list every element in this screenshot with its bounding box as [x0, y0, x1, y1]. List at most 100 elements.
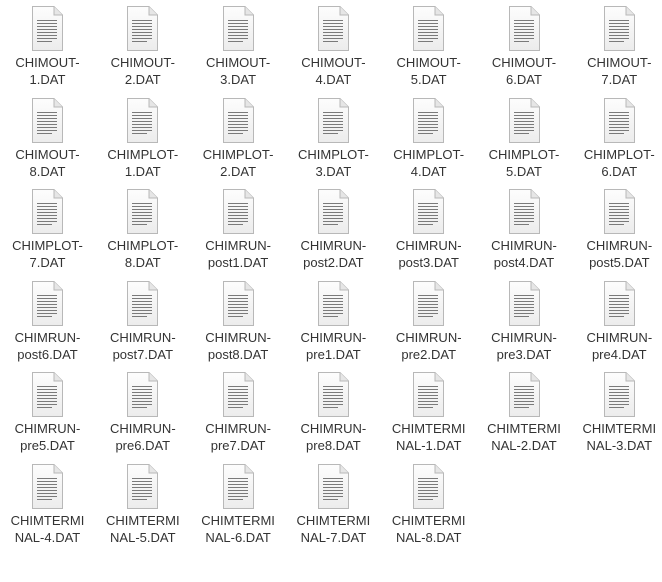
- text-document-icon: [219, 97, 257, 144]
- file-name-line-1: CHIMOUT-: [491, 55, 557, 70]
- file-name-label: CHIMRUN- pre8.DAT: [286, 420, 381, 454]
- file-item[interactable]: CHIMRUN- pre3.DAT: [477, 275, 572, 367]
- file-item[interactable]: CHIMRUN- post1.DAT: [191, 183, 286, 275]
- file-name-label: CHIMTERMI NAL-1.DAT: [381, 420, 476, 454]
- file-item[interactable]: CHIMRUN- post8.DAT: [191, 275, 286, 367]
- text-document-icon: [123, 189, 161, 235]
- file-name-label: CHIMRUN- post8.DAT: [191, 329, 286, 363]
- file-name-line-2: 1.DAT: [29, 72, 66, 87]
- file-item[interactable]: CHIMRUN- post4.DAT: [477, 183, 572, 275]
- file-name-label: CHIMTERMI NAL-8.DAT: [381, 512, 476, 546]
- file-name-line-1: CHIMTERMI: [201, 513, 275, 528]
- file-name-line-2: 8.DAT: [124, 255, 161, 271]
- file-name-line-2: NAL-3.DAT: [586, 438, 653, 454]
- file-name-line-1: CHIMTERMI: [487, 421, 561, 437]
- file-name-line-1: CHIMOUT-: [15, 55, 80, 70]
- file-item[interactable]: CHIMTERMI NAL-6.DAT: [191, 458, 286, 550]
- file-item[interactable]: CHIMRUN- pre7.DAT: [191, 366, 286, 458]
- file-name-label: CHIMTERMI NAL-6.DAT: [191, 512, 286, 546]
- file-item[interactable]: CHIMTERMI NAL-3.DAT: [572, 366, 662, 458]
- file-name-line-1: CHIMRUN-: [300, 329, 367, 345]
- text-document-icon: [314, 97, 352, 144]
- file-item[interactable]: CHIMPLOT- 5.DAT: [477, 92, 572, 184]
- file-item[interactable]: CHIMTERMI NAL-7.DAT: [286, 458, 381, 550]
- file-name-line-2: pre4.DAT: [591, 346, 647, 362]
- file-name-line-2: pre8.DAT: [306, 438, 361, 454]
- file-name-label: CHIMOUT- 2.DAT: [95, 54, 190, 88]
- text-document-icon: [409, 97, 447, 144]
- file-name-line-2: 5.DAT: [506, 163, 542, 179]
- file-name-line-2: 6.DAT: [506, 72, 542, 87]
- file-name-line-1: CHIMRUN-: [586, 329, 653, 345]
- file-item[interactable]: CHIMPLOT- 8.DAT: [95, 183, 190, 275]
- text-document-icon: [409, 372, 447, 418]
- file-item[interactable]: CHIMOUT- 6.DAT: [477, 0, 572, 92]
- file-name-line-1: CHIMOUT-: [587, 55, 652, 70]
- file-item[interactable]: CHIMPLOT- 3.DAT: [286, 92, 381, 184]
- file-item[interactable]: CHIMRUN- post6.DAT: [0, 275, 95, 367]
- file-item[interactable]: CHIMRUN- pre4.DAT: [572, 275, 662, 367]
- file-item[interactable]: CHIMRUN- post2.DAT: [286, 183, 381, 275]
- file-item[interactable]: CHIMRUN- post3.DAT: [381, 183, 476, 275]
- file-name-line-1: CHIMPLOT-: [107, 146, 179, 162]
- file-name-line-1: CHIMPLOT-: [583, 146, 655, 162]
- text-document-icon: [219, 189, 257, 235]
- file-name-line-1: CHIMRUN-: [300, 238, 367, 254]
- file-name-line-2: post1.DAT: [207, 255, 269, 271]
- file-item[interactable]: CHIMOUT- 7.DAT: [572, 0, 662, 92]
- file-name-line-2: NAL-6.DAT: [205, 530, 271, 545]
- file-item[interactable]: CHIMOUT- 8.DAT: [0, 92, 95, 184]
- file-name-line-2: 1.DAT: [124, 163, 161, 179]
- file-item[interactable]: CHIMPLOT- 7.DAT: [0, 183, 95, 275]
- file-item[interactable]: CHIMTERMI NAL-2.DAT: [477, 366, 572, 458]
- file-item[interactable]: CHIMRUN- pre5.DAT: [0, 366, 95, 458]
- file-item[interactable]: CHIMOUT- 4.DAT: [286, 0, 381, 92]
- text-document-icon: [600, 280, 638, 327]
- file-name-line-2: 5.DAT: [410, 72, 447, 87]
- file-name-label: CHIMRUN- pre4.DAT: [572, 329, 662, 363]
- file-icon-grid: CHIMOUT- 1.DAT CHIMOUT- 2.DAT CHIMOUT- 3…: [0, 0, 662, 582]
- file-name-line-2: 3.DAT: [315, 163, 352, 179]
- file-item[interactable]: CHIMTERMI NAL-4.DAT: [0, 458, 95, 550]
- file-name-label: CHIMPLOT- 7.DAT: [0, 237, 95, 271]
- file-name-line-1: CHIMRUN-: [395, 329, 462, 345]
- file-name-line-1: CHIMRUN-: [14, 329, 81, 345]
- text-document-icon: [123, 97, 161, 144]
- file-name-line-1: CHIMPLOT-: [393, 146, 465, 162]
- file-name-line-2: NAL-7.DAT: [300, 530, 367, 545]
- file-item[interactable]: CHIMOUT- 5.DAT: [381, 0, 476, 92]
- file-name-line-2: pre1.DAT: [306, 346, 361, 362]
- file-item[interactable]: CHIMRUN- pre1.DAT: [286, 275, 381, 367]
- file-name-line-1: CHIMOUT-: [396, 55, 461, 70]
- text-document-icon: [505, 189, 543, 235]
- text-document-icon: [219, 6, 257, 52]
- file-item[interactable]: CHIMOUT- 3.DAT: [191, 0, 286, 92]
- file-item[interactable]: CHIMPLOT- 6.DAT: [572, 92, 662, 184]
- file-name-line-1: CHIMPLOT-: [202, 146, 274, 162]
- file-item[interactable]: CHIMPLOT- 2.DAT: [191, 92, 286, 184]
- file-name-line-1: CHIMRUN-: [14, 421, 81, 437]
- text-document-icon: [314, 280, 352, 327]
- file-item[interactable]: CHIMTERMI NAL-1.DAT: [381, 366, 476, 458]
- file-name-line-1: CHIMOUT-: [301, 55, 366, 70]
- file-item[interactable]: CHIMRUN- post5.DAT: [572, 183, 662, 275]
- file-item[interactable]: CHIMOUT- 1.DAT: [0, 0, 95, 92]
- text-document-icon: [409, 6, 447, 52]
- file-item[interactable]: CHIMPLOT- 1.DAT: [95, 92, 190, 184]
- file-name-line-2: post7.DAT: [112, 346, 174, 362]
- file-item[interactable]: CHIMRUN- post7.DAT: [95, 275, 190, 367]
- text-document-icon: [600, 97, 638, 144]
- file-item[interactable]: CHIMOUT- 2.DAT: [95, 0, 190, 92]
- file-item[interactable]: CHIMRUN- pre8.DAT: [286, 366, 381, 458]
- file-name-line-2: NAL-2.DAT: [491, 438, 557, 454]
- file-item[interactable]: CHIMRUN- pre6.DAT: [95, 366, 190, 458]
- file-item[interactable]: CHIMPLOT- 4.DAT: [381, 92, 476, 184]
- file-name-label: CHIMOUT- 7.DAT: [572, 54, 662, 88]
- file-item[interactable]: CHIMTERMI NAL-5.DAT: [95, 458, 190, 550]
- file-item[interactable]: CHIMTERMI NAL-8.DAT: [381, 458, 476, 550]
- text-document-icon: [409, 189, 447, 235]
- file-name-line-1: CHIMTERMI: [582, 421, 657, 437]
- file-item[interactable]: CHIMRUN- pre2.DAT: [381, 275, 476, 367]
- file-name-line-2: 6.DAT: [601, 163, 638, 179]
- file-name-line-2: post8.DAT: [207, 346, 269, 362]
